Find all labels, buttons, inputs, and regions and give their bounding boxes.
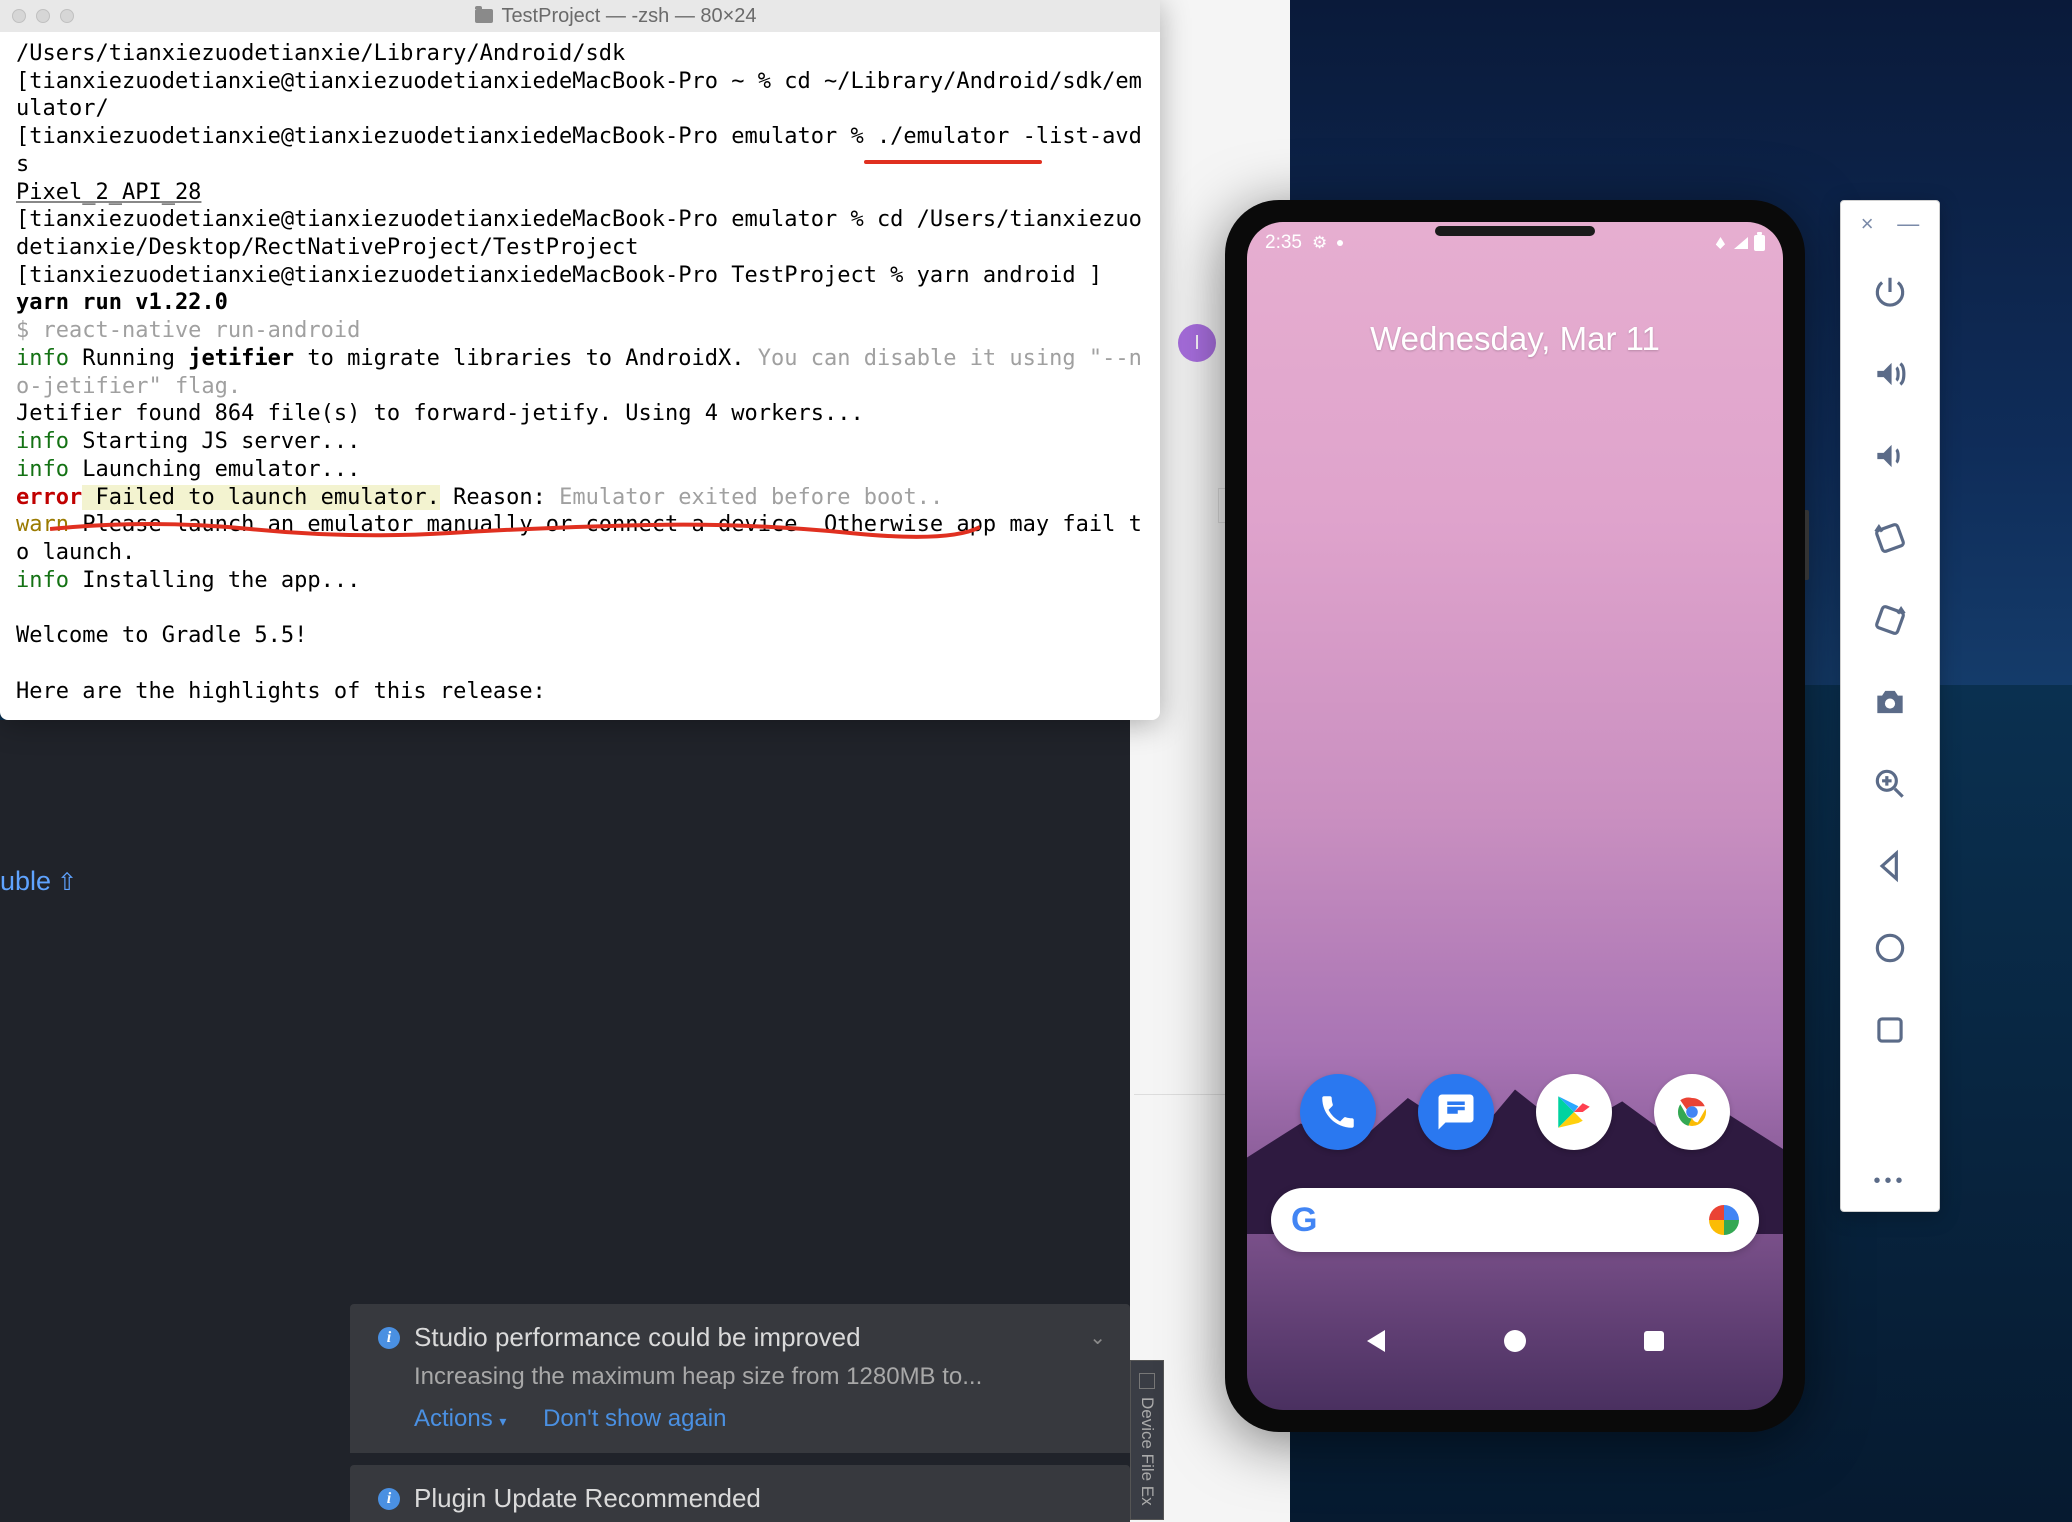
more-icon[interactable]: ••• [1873,1170,1906,1199]
chevron-down-icon[interactable]: ⌄ [1089,1325,1106,1350]
overview-nav-button[interactable] [1841,989,1939,1071]
link-fragment[interactable]: uble⇧ [0,866,77,897]
status-time: 2:35 [1265,232,1302,254]
annotation-underline-1 [864,160,1042,164]
rotate-left-button[interactable] [1841,497,1939,579]
home-button[interactable] [1502,1328,1528,1354]
dot-icon [1337,240,1343,246]
notification-title: Plugin Update Recommended [414,1483,761,1514]
android-studio-panel: uble⇧ i Studio performance could be impr… [0,720,1130,1522]
wifi-icon [1713,237,1728,249]
android-emulator: 2:35 ⚙ Wednesday, Mar 11 [1225,200,1805,1432]
emulator-toolbar: × — ••• [1840,200,1940,1212]
volume-up-button[interactable] [1841,333,1939,415]
terminal-body[interactable]: /Users/tianxiezuodetianxie/Library/Andro… [0,32,1160,720]
arrow-up-icon: ⇧ [57,869,77,896]
back-nav-button[interactable] [1841,825,1939,907]
notification-title: Studio performance could be improved [414,1322,861,1353]
chrome-app-icon[interactable] [1654,1074,1730,1150]
device-icon [1139,1373,1155,1389]
home-date: Wednesday, Mar 11 [1247,320,1783,358]
minimize-icon[interactable]: — [1897,211,1919,237]
info-icon: i [378,1327,400,1349]
phone-frame: 2:35 ⚙ Wednesday, Mar 11 [1225,200,1805,1432]
phone-screen[interactable]: 2:35 ⚙ Wednesday, Mar 11 [1247,222,1783,1410]
zoom-traffic-light[interactable] [60,9,74,23]
volume-down-button[interactable] [1841,415,1939,497]
google-search-bar[interactable]: G [1271,1188,1759,1252]
nav-bar [1247,1328,1783,1354]
notifications-stack: i Studio performance could be improved ⌄… [350,1292,1130,1522]
screenshot-button[interactable] [1841,661,1939,743]
messages-app-icon[interactable] [1418,1074,1494,1150]
device-file-explorer-tab[interactable]: Device File Ex [1130,1360,1164,1520]
close-icon[interactable]: × [1861,211,1874,237]
status-bar: 2:35 ⚙ [1247,222,1783,264]
minimize-traffic-light[interactable] [36,9,50,23]
gear-icon: ⚙ [1312,233,1327,253]
power-button[interactable] [1841,251,1939,333]
terminal-window: TestProject — -zsh — 80×24 /Users/tianxi… [0,0,1160,720]
google-logo-icon: G [1291,1201,1317,1240]
rotate-right-button[interactable] [1841,579,1939,661]
actions-link[interactable]: Actions ▾ [414,1405,506,1432]
signal-icon [1734,237,1748,249]
notification-subtitle: Increasing the maximum heap size from 12… [414,1363,1106,1391]
avatar[interactable]: I [1178,324,1216,362]
battery-icon [1754,235,1765,251]
phone-app-icon[interactable] [1300,1074,1376,1150]
folder-icon [475,9,493,23]
zoom-button[interactable] [1841,743,1939,825]
dock [1247,1074,1783,1150]
notification-plugin-update[interactable]: i Plugin Update Recommended [350,1465,1130,1522]
side-tab-label: Device File Ex [1137,1397,1157,1506]
play-store-icon[interactable] [1536,1074,1612,1150]
overview-button[interactable] [1641,1328,1667,1354]
close-traffic-light[interactable] [12,9,26,23]
terminal-title: TestProject — -zsh — 80×24 [84,5,1148,28]
info-icon: i [378,1488,400,1510]
home-nav-button[interactable] [1841,907,1939,989]
terminal-titlebar[interactable]: TestProject — -zsh — 80×24 [0,0,1160,32]
notification-performance[interactable]: i Studio performance could be improved ⌄… [350,1304,1130,1453]
back-button[interactable] [1363,1328,1389,1354]
dont-show-link[interactable]: Don't show again [543,1405,726,1432]
assistant-icon[interactable] [1709,1205,1739,1235]
side-button [1805,510,1809,580]
